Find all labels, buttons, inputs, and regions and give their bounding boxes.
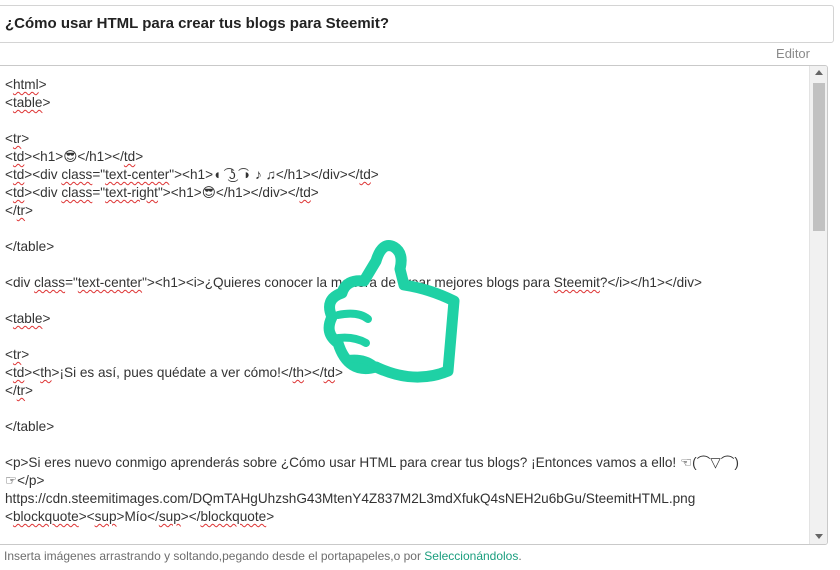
misspelled-word: blockquote <box>12 509 79 524</box>
post-title-input[interactable]: ¿Cómo usar HTML para crear tus blogs par… <box>0 5 834 43</box>
misspelled-word: td <box>12 167 25 182</box>
code-line[interactable]: <tr> <box>5 130 805 148</box>
misspelled-word: html <box>12 77 39 92</box>
code-line[interactable]: https://cdn.steemitimages.com/DQmTAHgUhz… <box>5 490 805 508</box>
misspelled-word: td <box>12 365 25 380</box>
editor-footer-hint: Inserta imágenes arrastrando y soltando,… <box>4 549 522 563</box>
code-line[interactable]: </tr> <box>5 202 805 220</box>
code-line[interactable]: <html> <box>5 76 805 94</box>
misspelled-word: td <box>359 167 371 182</box>
scroll-thumb[interactable] <box>813 83 825 231</box>
misspelled-word: tr <box>12 347 22 362</box>
code-line[interactable] <box>5 112 805 130</box>
editor-scrollbar[interactable] <box>809 66 827 544</box>
misspelled-word: td <box>12 185 25 200</box>
code-line[interactable]: <td><div class="text-center"><h1>◖ ͡ ͜ʖ … <box>5 166 805 184</box>
editor-mode-label[interactable]: Editor <box>776 46 810 61</box>
misspelled-word: tr <box>12 131 22 146</box>
scroll-down-arrow-icon[interactable] <box>815 534 823 539</box>
misspelled-word: td <box>299 185 311 200</box>
footer-hint-end: . <box>518 549 522 563</box>
thumbs-up-hand-icon <box>323 240 460 383</box>
misspelled-word: text-center <box>105 167 170 182</box>
misspelled-word: class <box>34 275 66 290</box>
misspelled-word: table <box>12 311 43 326</box>
code-line[interactable]: <td><h1>😎</h1></td> <box>5 148 805 166</box>
misspelled-word: th <box>292 365 304 380</box>
post-title-text: ¿Cómo usar HTML para crear tus blogs par… <box>5 15 389 32</box>
code-line[interactable] <box>5 436 805 454</box>
footer-hint-text: Inserta imágenes arrastrando y soltando,… <box>4 549 425 563</box>
misspelled-word: table <box>12 95 43 110</box>
select-files-link[interactable]: Seleccionándolos <box>424 549 518 563</box>
code-line[interactable]: ☞</p> <box>5 472 805 490</box>
code-line[interactable] <box>5 400 805 418</box>
misspelled-word: td <box>123 149 136 164</box>
misspelled-word: tr <box>16 383 26 398</box>
code-line[interactable]: <td><div class="text-right"><h1>😎</h1></… <box>5 184 805 202</box>
misspelled-word: sup <box>158 509 181 524</box>
misspelled-word: text-right <box>105 185 158 200</box>
misspelled-word: td <box>12 149 25 164</box>
code-line[interactable]: <table> <box>5 94 805 112</box>
code-line[interactable]: <p>Si eres nuevo conmigo aprenderás sobr… <box>5 454 805 472</box>
misspelled-word: text-center <box>77 275 143 290</box>
code-line[interactable]: <blockquote><sup>Mío</sup></blockquote> <box>5 508 805 526</box>
misspelled-word: Steemit <box>553 275 600 290</box>
misspelled-word: sup <box>94 509 117 524</box>
misspelled-word: th <box>40 365 52 380</box>
misspelled-word: class <box>61 185 93 200</box>
misspelled-word: blockquote <box>200 509 267 524</box>
misspelled-word: class <box>61 167 93 182</box>
misspelled-word: tr <box>16 203 26 218</box>
code-line[interactable]: </table> <box>5 418 805 436</box>
scroll-up-arrow-icon[interactable] <box>815 70 823 75</box>
